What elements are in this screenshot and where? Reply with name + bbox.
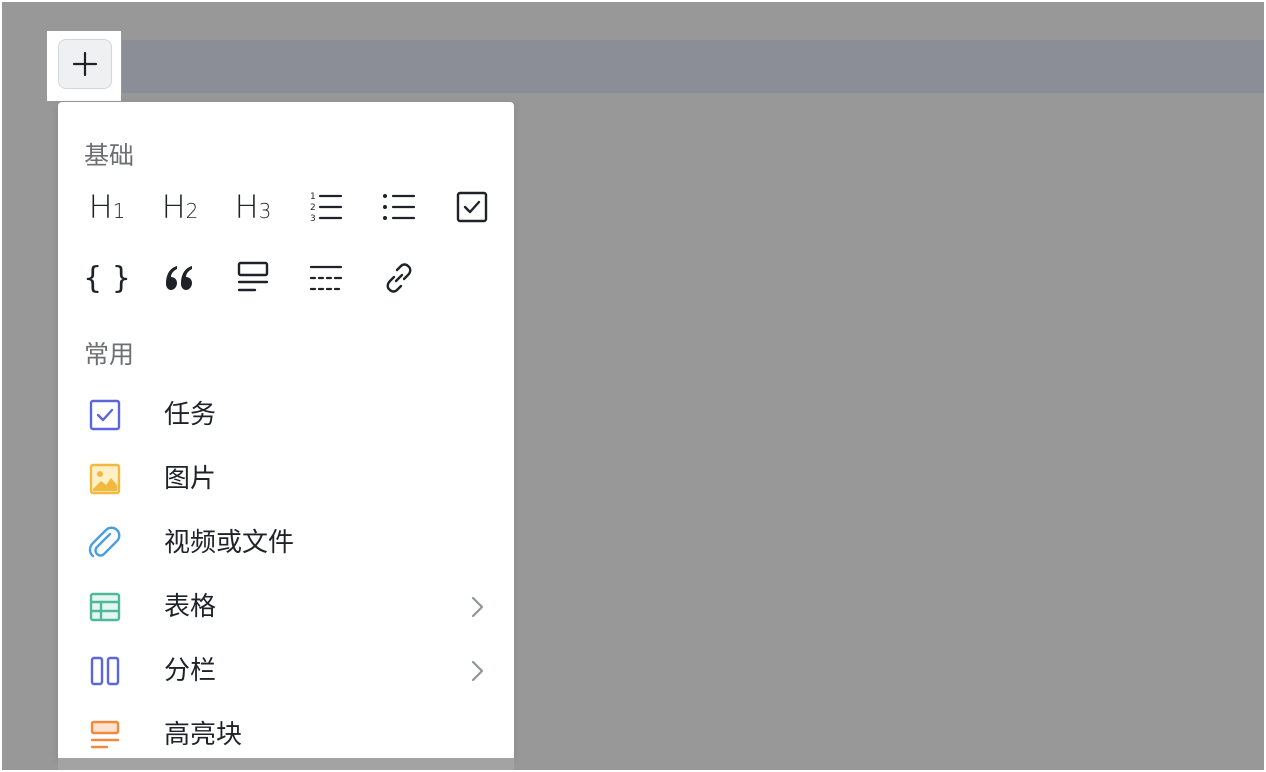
svg-text:2: 2	[310, 203, 316, 213]
callout-icon	[237, 261, 269, 292]
basic-item-quote[interactable]	[155, 253, 205, 303]
menu-scroll-edge	[58, 758, 514, 770]
menu-item-table[interactable]: 表格	[58, 576, 514, 638]
menu-item-image[interactable]: 图片	[58, 448, 514, 510]
insert-block-menu: 基础 H1 H2 H3 1 2 3 {} 常用 任务 图片 视频或文件 表格 …	[58, 102, 514, 758]
plus-icon	[72, 51, 98, 77]
paperclip-icon	[88, 526, 122, 560]
menu-item-label: 表格	[164, 592, 217, 622]
menu-item-highlight-block[interactable]: 高亮块	[58, 704, 514, 758]
menu-item-label: 任务	[164, 400, 217, 430]
basic-item-link[interactable]	[374, 253, 424, 303]
menu-item-label: 高亮块	[164, 720, 243, 750]
bullet-list-icon	[383, 194, 416, 220]
svg-text:3: 3	[310, 214, 316, 224]
editor-overlay: 基础 H1 H2 H3 1 2 3 {} 常用 任务 图片 视频或文件 表格 …	[2, 2, 1264, 770]
highlight-block-icon	[88, 718, 122, 752]
task-icon	[88, 398, 122, 432]
menu-item-label: 视频或文件	[164, 528, 295, 558]
columns-icon	[88, 654, 122, 688]
menu-item-label: 分栏	[164, 656, 217, 686]
basic-item-heading-3[interactable]: H3	[228, 182, 278, 232]
basic-item-ordered-list[interactable]: 1 2 3	[301, 182, 351, 232]
table-icon	[88, 590, 122, 624]
menu-item-video-or-file[interactable]: 视频或文件	[58, 512, 514, 574]
selected-block-highlight	[122, 40, 1264, 93]
basic-item-checklist[interactable]	[447, 182, 497, 232]
heading-2-icon: H2	[161, 188, 199, 226]
add-block-area	[47, 31, 121, 101]
menu-item-task[interactable]: 任务	[58, 384, 514, 446]
basic-item-heading-1[interactable]: H1	[82, 182, 132, 232]
basic-item-code-block[interactable]: { }	[82, 253, 132, 303]
quote-icon	[166, 266, 192, 290]
chevron-right-icon	[471, 660, 484, 682]
svg-text:1: 1	[310, 192, 316, 202]
heading-3-icon: H3	[234, 188, 272, 226]
basic-item-heading-2[interactable]: H2	[155, 182, 205, 232]
add-block-button[interactable]	[58, 39, 112, 89]
link-icon	[386, 263, 412, 293]
divider-icon	[309, 265, 343, 291]
menu-item-label: 图片	[164, 464, 217, 494]
checkbox-icon	[456, 191, 488, 223]
image-icon	[88, 462, 122, 496]
menu-item-columns[interactable]: 分栏	[58, 640, 514, 702]
code-braces-icon: { }	[83, 260, 131, 296]
chevron-right-icon	[471, 596, 484, 618]
basic-item-divider[interactable]	[301, 253, 351, 303]
section-title-common: 常用	[84, 340, 135, 369]
section-title-basic: 基础	[84, 141, 135, 170]
ordered-list-icon: 1 2 3	[310, 192, 343, 224]
basic-item-bullet-list[interactable]	[374, 182, 424, 232]
heading-1-icon: H1	[88, 188, 126, 226]
basic-item-callout[interactable]	[228, 253, 278, 303]
